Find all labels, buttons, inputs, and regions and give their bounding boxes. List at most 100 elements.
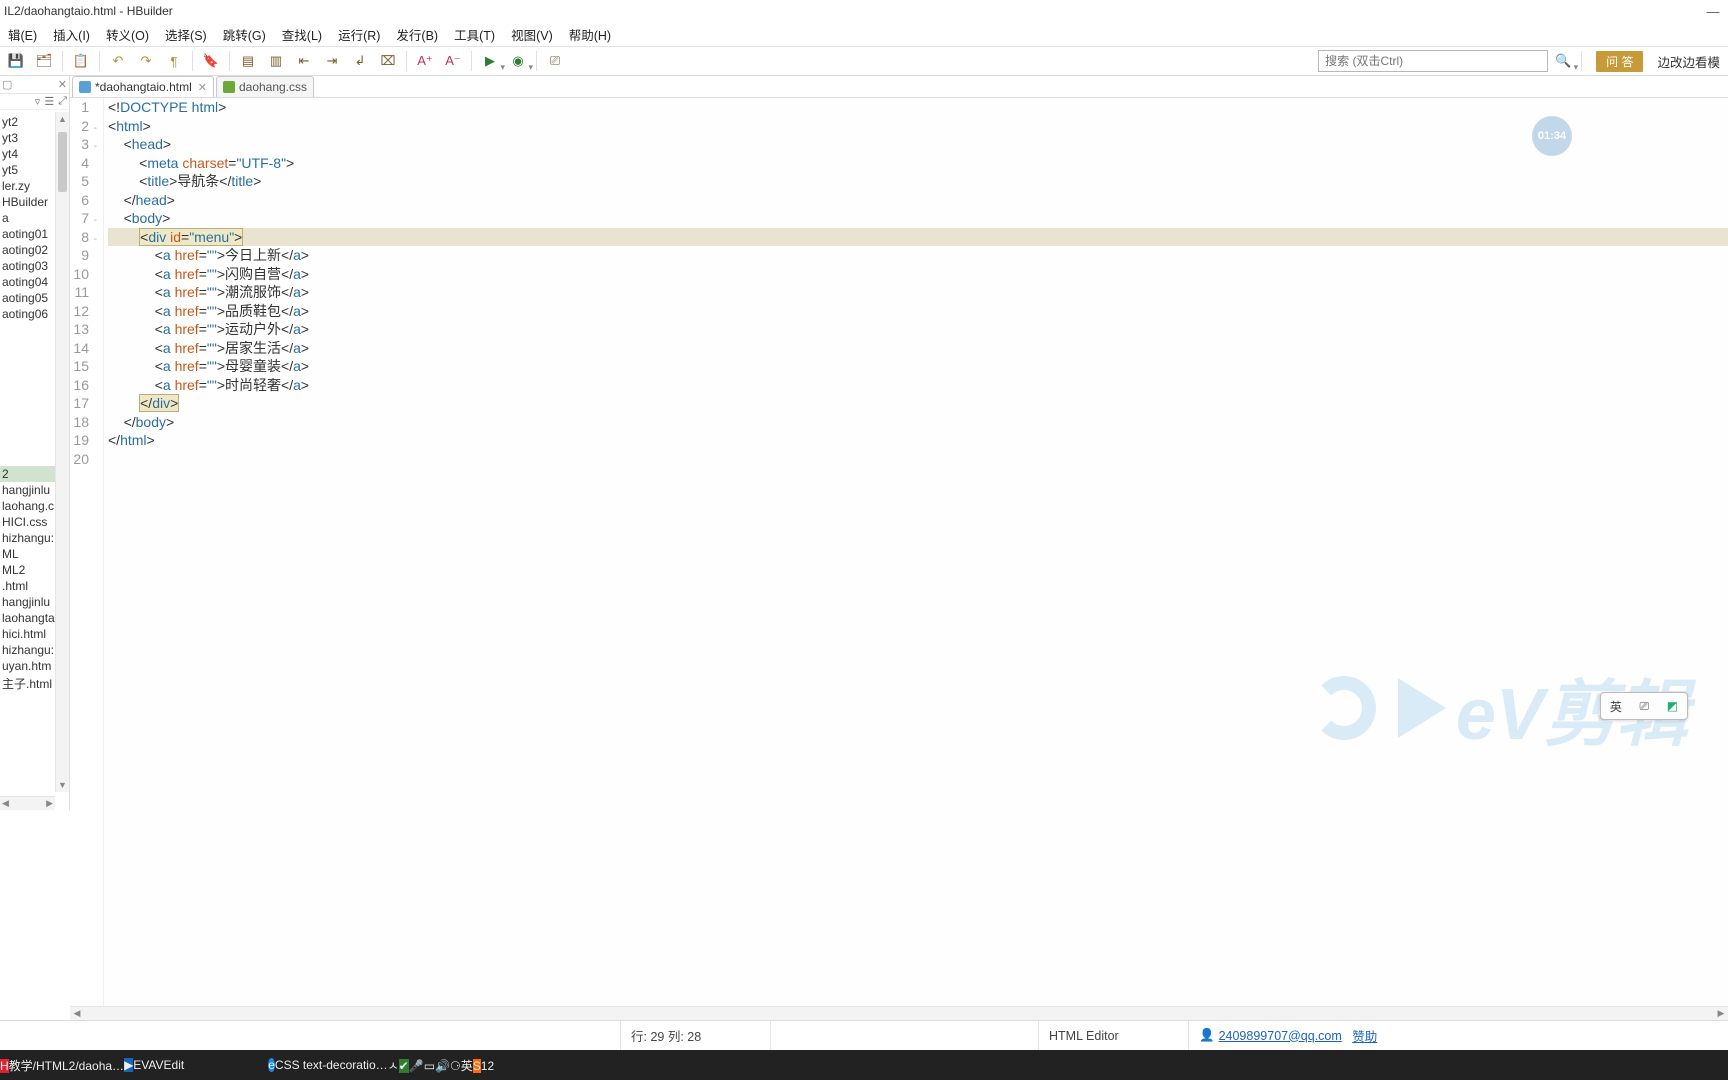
app-icon: e <box>268 1058 275 1072</box>
search-go-icon[interactable]: 🔍 <box>1552 50 1574 72</box>
tray-icon[interactable]: ✔ <box>399 1059 409 1073</box>
run-browser2-icon[interactable]: ◉ <box>507 50 529 72</box>
tree-item[interactable]: hizhangu: <box>0 530 55 546</box>
tab-close-icon[interactable]: ✕ <box>198 81 207 94</box>
menu-item[interactable]: 转义(O) <box>98 22 157 47</box>
tree-item[interactable]: yt5 <box>0 162 55 178</box>
file-icon <box>223 81 235 93</box>
redo-icon[interactable]: ↷ <box>135 50 157 72</box>
panel-hscroll[interactable]: ◀▶ <box>0 796 55 810</box>
undo-icon[interactable]: ↶ <box>107 50 129 72</box>
menu-item[interactable]: 工具(T) <box>446 22 503 47</box>
new-file-icon[interactable]: ▤ <box>237 50 259 72</box>
format-icon[interactable]: ¶ <box>163 50 185 72</box>
tree-item[interactable]: aoting05 <box>0 290 55 306</box>
panel-toolbar-icon[interactable]: ▿ <box>35 95 41 108</box>
tree-item[interactable]: aoting02 <box>0 242 55 258</box>
tree-item[interactable]: aoting01 <box>0 226 55 242</box>
save-all-icon[interactable]: 🗂 <box>33 50 55 72</box>
panel-toolbar-icon[interactable]: ⤢ <box>58 95 67 108</box>
wifi-icon[interactable]: ⚆ <box>450 1059 461 1073</box>
taskbar-item[interactable]: ▶EVAVEdit <box>124 1058 184 1072</box>
sogou-icon[interactable]: S <box>473 1059 481 1073</box>
tree-item[interactable]: yt4 <box>0 146 55 162</box>
tree-item[interactable]: laohangta <box>0 610 55 626</box>
editor-tab[interactable]: *daohangtaio.html✕ <box>72 76 214 97</box>
tree-item[interactable]: aoting06 <box>0 306 55 322</box>
tray-caret-icon[interactable]: ㅅ <box>388 1059 399 1073</box>
tree-item[interactable]: 主子.html <box>0 674 55 693</box>
code-text[interactable]: <!DOCTYPE html><html> <head> <meta chars… <box>104 98 1728 1020</box>
search-input[interactable] <box>1318 50 1548 72</box>
battery-icon[interactable]: ▭ <box>424 1059 435 1073</box>
volume-icon[interactable]: 🔊 <box>435 1059 450 1073</box>
window-title: IL2/daohangtaio.html - HBuilder <box>4 4 173 18</box>
font-inc-icon[interactable]: A⁺ <box>414 50 436 72</box>
qa-button[interactable]: 问 答 <box>1596 51 1643 72</box>
open-icon[interactable]: ▥ <box>265 50 287 72</box>
tree-item[interactable]: aoting03 <box>0 258 55 274</box>
menu-item[interactable]: 辑(E) <box>0 22 45 47</box>
tree-item[interactable]: yt3 <box>0 130 55 146</box>
clock[interactable]: 12 <box>481 1059 494 1073</box>
taskbar: H教学/HTML2/daoha…▶EVAVEdit eCSS text-decor… <box>0 1050 1728 1080</box>
tree-item[interactable]: .html <box>0 578 55 594</box>
save-icon[interactable]: 💾 <box>5 50 27 72</box>
status-position: 行: 29 列: 28 <box>620 1021 770 1050</box>
tree-item[interactable]: yt2 <box>0 114 55 130</box>
window-minimize-button[interactable]: — <box>1698 4 1728 19</box>
tree-item[interactable]: HBuilder <box>0 194 55 210</box>
menu-item[interactable]: 运行(R) <box>330 22 388 47</box>
menu-item[interactable]: 跳转(G) <box>215 22 274 47</box>
panel-toolbar-icon[interactable]: ☰ <box>44 95 54 108</box>
bookmark-icon[interactable]: 🔖 <box>200 50 222 72</box>
run-browser-icon[interactable]: ▶ <box>479 50 501 72</box>
tree-item[interactable]: laohang.c <box>0 498 55 514</box>
tree-item[interactable]: ler.zy <box>0 178 55 194</box>
timer-badge: 01:34 <box>1532 116 1572 156</box>
tree-item[interactable]: hangjinlu <box>0 594 55 610</box>
code-area[interactable]: 12-3-4567-8-91011121314151617181920 <!DO… <box>70 98 1728 1020</box>
menu-item[interactable]: 帮助(H) <box>561 22 619 47</box>
live-preview-button[interactable]: 边改边看模 <box>1649 50 1728 73</box>
comment-icon[interactable]: ⌧ <box>377 50 399 72</box>
sponsor-link[interactable]: 赞助 <box>1352 1026 1377 1045</box>
font-dec-icon[interactable]: A⁻ <box>442 50 464 72</box>
ime-lang[interactable]: 英 <box>1610 698 1622 715</box>
tree-item[interactable]: ML <box>0 546 55 562</box>
menu-item[interactable]: 选择(S) <box>157 22 215 47</box>
ime-indicator[interactable]: 英 <box>461 1059 473 1073</box>
ime-more-icon[interactable]: ◩ <box>1667 699 1678 713</box>
menu-item[interactable]: 发行(B) <box>388 22 446 47</box>
menubar: 辑(E)插入(I)转义(O)选择(S)跳转(G)查找(L)运行(R)发行(B)工… <box>0 22 1728 46</box>
device-icon[interactable]: ⎚ <box>544 50 566 72</box>
tree-item[interactable]: HICI.css <box>0 514 55 530</box>
tree-item[interactable]: a <box>0 210 55 226</box>
editor-tab[interactable]: daohang.css <box>216 76 314 97</box>
tree-item[interactable]: ML2 <box>0 562 55 578</box>
wrap-icon[interactable]: ↲ <box>349 50 371 72</box>
panel-vscroll[interactable]: ▲▼ <box>55 112 69 792</box>
menu-item[interactable]: 插入(I) <box>45 22 98 47</box>
menu-item[interactable]: 视图(V) <box>503 22 561 47</box>
indent-left-icon[interactable]: ⇤ <box>293 50 315 72</box>
system-tray[interactable]: ㅅ✔🎤▭🔊⚆英S12 <box>388 1057 495 1074</box>
menu-item[interactable]: 查找(L) <box>274 22 330 47</box>
tree-item[interactable]: hizhangu: <box>0 642 55 658</box>
mic-icon[interactable]: 🎤 <box>409 1059 424 1073</box>
editor-hscroll[interactable]: ◀▶ <box>70 1006 1728 1020</box>
taskbar-item[interactable]: eCSS text-decoratio… <box>268 1058 387 1072</box>
taskbar-item[interactable]: H教学/HTML2/daoha… <box>0 1057 124 1074</box>
copy-icon[interactable]: 📋 <box>70 50 92 72</box>
tree-item[interactable]: aoting04 <box>0 274 55 290</box>
status-email[interactable]: 2409899707@qq.com <box>1219 1029 1342 1043</box>
tree-item-selected[interactable]: 2 <box>0 466 55 482</box>
ime-options-icon[interactable]: ⎚ <box>1640 699 1650 714</box>
panel-close-icon[interactable]: ✕ <box>58 78 67 91</box>
app-icon: H <box>0 1059 9 1073</box>
tree-item[interactable]: hangjinlu <box>0 482 55 498</box>
tree-item[interactable]: uyan.htm <box>0 658 55 674</box>
ime-toolbar[interactable]: 英 ⎚ ◩ <box>1600 692 1688 720</box>
indent-right-icon[interactable]: ⇥ <box>321 50 343 72</box>
tree-item[interactable]: hici.html <box>0 626 55 642</box>
